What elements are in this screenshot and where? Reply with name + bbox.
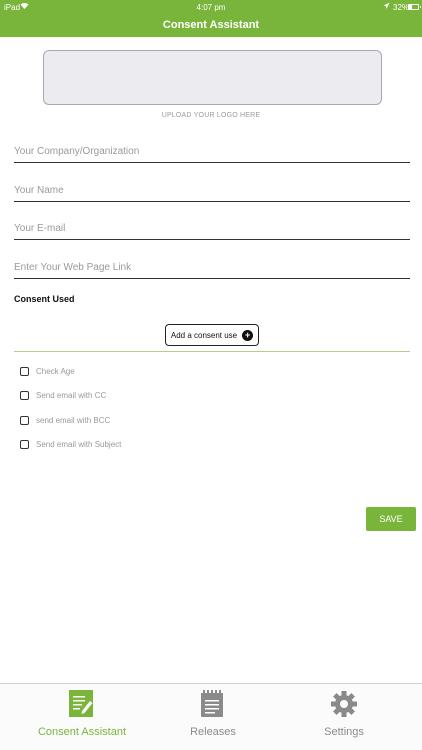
tab-label: Settings <box>324 726 364 738</box>
email-field[interactable] <box>14 218 410 238</box>
save-button[interactable]: SAVE <box>366 507 416 531</box>
consent-option: Send email with Subject <box>20 439 121 463</box>
add-consent-label: Add a consent use <box>170 330 238 340</box>
consent-option-label: Send email with CC <box>36 391 107 401</box>
consent-options-list: Check Age Send email with CC send email … <box>20 366 121 463</box>
company-field[interactable] <box>14 141 410 161</box>
tab-consent-assistant[interactable]: Consent Assistant <box>12 684 152 750</box>
logo-upload-area[interactable] <box>43 50 382 105</box>
tab-bar: Consent Assistant Releases Settings <box>0 683 422 750</box>
consent-option-label: Check Age <box>36 367 75 376</box>
notepad-icon <box>200 690 226 718</box>
document-edit-icon <box>69 690 95 718</box>
email-field-container <box>14 218 410 240</box>
tab-settings[interactable]: Settings <box>274 684 414 750</box>
app-header: iPad 4:07 pm 32% Consent Assistant <box>0 0 422 37</box>
tab-label: Releases <box>190 726 236 738</box>
consent-checkbox[interactable] <box>20 415 29 425</box>
location-icon <box>383 2 390 12</box>
consent-checkbox[interactable] <box>20 367 29 376</box>
status-bar: iPad 4:07 pm 32% <box>0 0 422 14</box>
battery-icon <box>408 4 421 10</box>
company-field-container <box>14 141 410 163</box>
consent-option: Send email with CC <box>20 390 121 414</box>
name-field-container <box>14 180 410 202</box>
consent-option-label: Send email with Subject <box>36 439 122 449</box>
gear-icon <box>331 690 357 718</box>
web-link-field[interactable] <box>14 257 410 277</box>
web-link-field-container <box>14 257 410 279</box>
page-title: Consent Assistant <box>162 19 260 31</box>
tab-releases[interactable]: Releases <box>143 684 283 750</box>
name-field[interactable] <box>14 180 410 200</box>
plus-circle-icon: + <box>242 329 254 341</box>
tab-label: Consent Assistant <box>37 726 127 738</box>
add-consent-button[interactable]: Add a consent use + <box>165 324 259 346</box>
section-divider <box>14 351 410 352</box>
battery-percent: 32% <box>393 3 410 12</box>
consent-section-title: Consent Used <box>14 294 75 304</box>
consent-option: Check Age <box>20 366 121 390</box>
consent-checkbox[interactable] <box>20 391 29 401</box>
status-time: 4:07 pm <box>196 3 226 12</box>
consent-checkbox[interactable] <box>20 439 29 449</box>
logo-upload-hint: UPLOAD YOUR LOGO HERE <box>161 112 261 119</box>
consent-option: send email with BCC <box>20 415 121 439</box>
consent-option-label: send email with BCC <box>36 415 111 425</box>
